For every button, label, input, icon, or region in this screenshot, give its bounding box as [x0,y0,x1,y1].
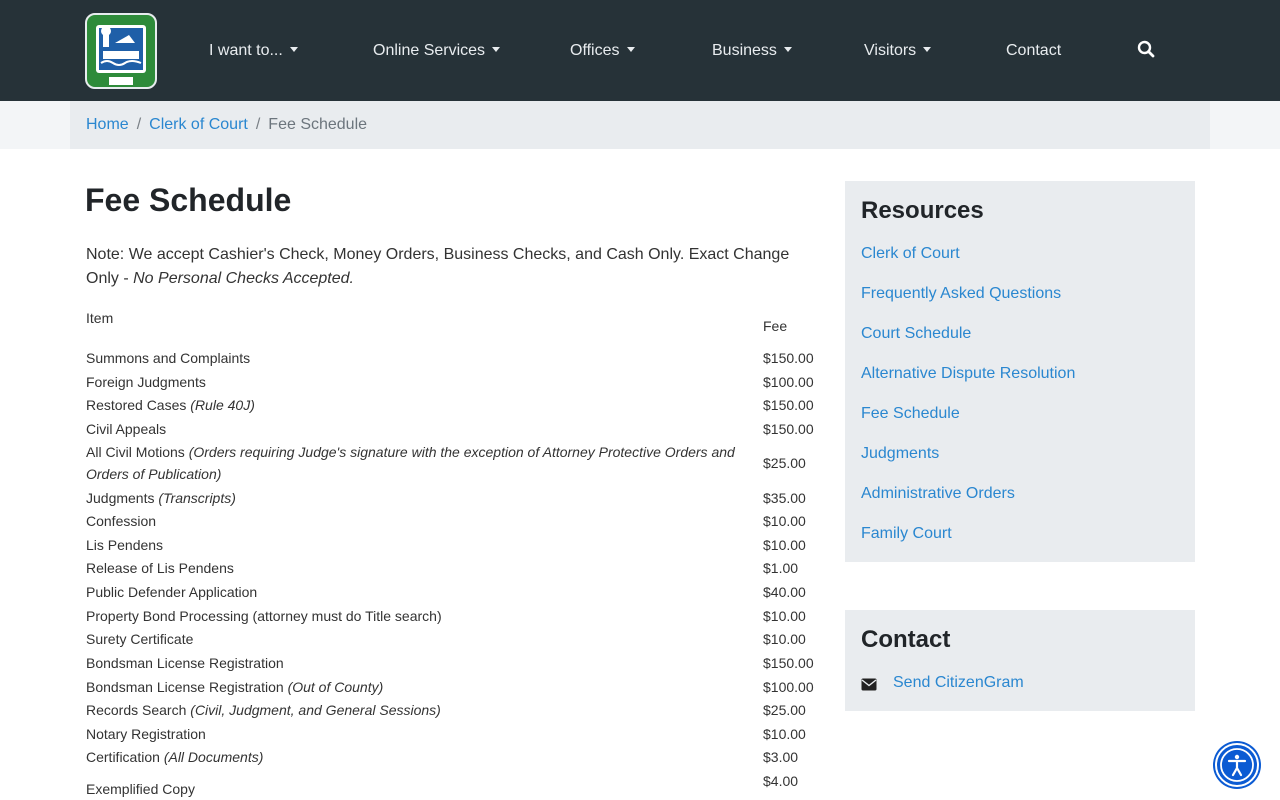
table-row-item: Restored Cases (Rule 40J) [86,397,255,413]
caret-down-icon [289,47,298,52]
table-row-item: Release of Lis Pendens [86,560,234,576]
send-citizengram-link[interactable]: Send CitizenGram [893,671,1024,695]
table-row-fee: $150.00 [763,655,814,671]
table-row-item: Confession [86,513,157,529]
resource-link-family-court[interactable]: Family Court [861,522,952,546]
table-row-fee: $100.00 [763,679,814,695]
table-row-fee: $150.00 [763,350,814,366]
table-row-item: Public Defender Application [86,584,258,600]
table-row-fee: $3.00 [763,749,799,765]
table-row-fee: $10.00 [763,608,806,624]
nav-label: Contact [1006,42,1062,59]
resource-link-fee-schedule[interactable]: Fee Schedule [861,402,960,426]
table-row-fee: $100.00 [763,374,814,390]
county-seal-logo[interactable] [85,13,157,89]
breadcrumb-home[interactable]: Home [86,116,129,133]
breadcrumb-separator: / [136,116,142,133]
resources-panel: Resources Clerk of Court Frequently Aske… [845,181,1195,562]
top-navigation: I want to... Online Services Offices Bus… [0,0,1280,101]
table-row-fee: $35.00 [763,490,806,506]
table-row-item: Property Bond Processing (attorney must … [86,608,442,624]
nav-online-services[interactable]: Online Services [373,39,501,63]
table-row-item: Certification (All Documents) [86,749,264,765]
table-row-item: Bondsman License Registration [86,655,284,671]
nav-visitors[interactable]: Visitors [864,39,932,63]
breadcrumb-current: Fee Schedule [268,116,368,133]
nav-label: Offices [570,42,620,59]
resource-link-judgments[interactable]: Judgments [861,442,939,466]
caret-down-icon [492,47,501,52]
table-row-item: Summons and Complaints [86,350,251,366]
resources-title: Resources [861,197,984,224]
search-icon[interactable] [1137,40,1157,62]
table-row-item: Exemplified Copy [86,781,195,797]
table-row-fee: $10.00 [763,537,806,553]
nav-offices[interactable]: Offices [570,39,635,63]
nav-i-want-to[interactable]: I want to... [209,39,298,63]
resource-link-clerk-of-court[interactable]: Clerk of Court [861,242,960,266]
table-row-item: Lis Pendens [86,537,164,553]
nav-label: Business [712,42,777,59]
page-title: Fee Schedule [85,182,292,218]
envelope-icon [861,678,877,692]
breadcrumb-clerk-of-court[interactable]: Clerk of Court [149,116,248,133]
nav-label: I want to... [209,42,283,59]
payment-note-emphasis: No Personal Checks Accepted. [133,270,354,287]
table-row-fee: $4.00 [763,773,799,789]
table-row-item: Records Search (Civil, Judgment, and Gen… [86,702,441,718]
accessibility-icon [1220,748,1254,782]
resource-link-administrative-orders[interactable]: Administrative Orders [861,482,1015,506]
nav-label: Online Services [373,42,486,59]
caret-down-icon [783,47,792,52]
table-row-item: Surety Certificate [86,631,194,647]
payment-note: Note: We accept Cashier's Check, Money O… [86,243,816,291]
table-row-item: Notary Registration [86,726,206,742]
nav-label: Visitors [864,42,917,59]
table-row-fee: $1.00 [763,560,799,576]
table-row-item: All Civil Motions (Orders requiring Judg… [86,444,735,482]
table-row-fee: $40.00 [763,584,806,600]
breadcrumb-separator: / [255,116,261,133]
nav-business[interactable]: Business [712,39,792,63]
table-row-item: Bondsman License Registration (Out of Co… [86,679,384,695]
resource-link-adr[interactable]: Alternative Dispute Resolution [861,362,1075,386]
accessibility-button[interactable] [1215,743,1259,787]
nav-contact[interactable]: Contact [1006,39,1061,63]
contact-title: Contact [861,626,951,653]
table-row-item: Judgments (Transcripts) [86,490,236,506]
table-row-fee: $10.00 [763,726,806,742]
caret-down-icon [626,47,635,52]
table-row-fee: $25.00 [763,702,806,718]
breadcrumb: Home / Clerk of Court / Fee Schedule [86,113,367,137]
resource-link-faq[interactable]: Frequently Asked Questions [861,282,1061,306]
table-row-fee: $150.00 [763,421,814,437]
resource-link-court-schedule[interactable]: Court Schedule [861,322,971,346]
table-row-item: Foreign Judgments [86,374,206,390]
table-row-item: Civil Appeals [86,421,167,437]
table-row-fee: $25.00 [763,455,806,471]
table-row-fee: $150.00 [763,397,814,413]
caret-down-icon [923,47,932,52]
column-header-item: Item [86,310,114,326]
column-header-fee: Fee [763,318,788,334]
contact-panel: Contact Send CitizenGram [845,610,1195,711]
table-row-fee: $10.00 [763,631,806,647]
table-row-fee: $10.00 [763,513,806,529]
